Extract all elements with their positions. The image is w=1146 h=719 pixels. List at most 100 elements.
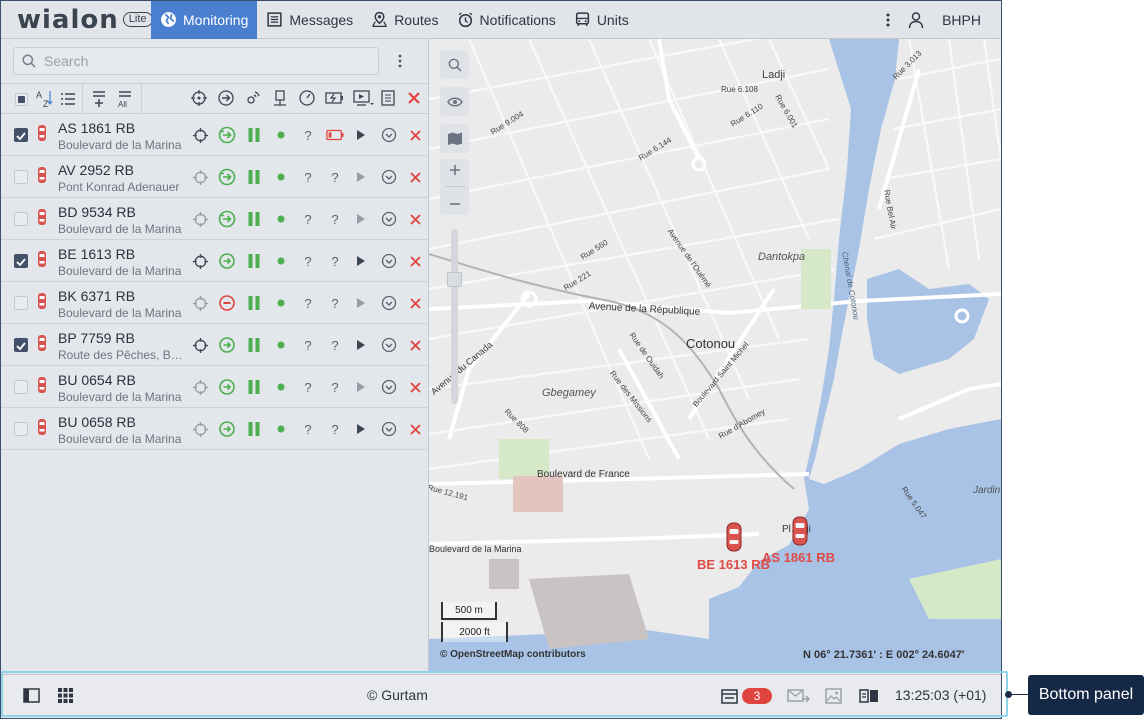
gallery-icon[interactable]: [825, 688, 842, 704]
locate-icon[interactable]: [191, 294, 209, 312]
map-view[interactable]: Cotonou Ladji Dantokpa Gbegamey Jardin B…: [429, 39, 1001, 671]
locate-icon[interactable]: [191, 252, 209, 270]
locate-icon[interactable]: [191, 168, 209, 186]
play-track-icon[interactable]: [352, 336, 370, 354]
remove-unit-icon[interactable]: [406, 420, 424, 438]
tab-routes[interactable]: Routes: [362, 1, 447, 39]
expand-menu-icon[interactable]: [380, 126, 398, 144]
zoom-out-icon[interactable]: [449, 198, 461, 210]
unit-checkbox[interactable]: [14, 212, 28, 226]
battery-col-icon[interactable]: [325, 89, 345, 107]
zoom-slider-handle[interactable]: [447, 272, 462, 287]
locate-icon[interactable]: [191, 210, 209, 228]
tab-monitoring[interactable]: Monitoring: [151, 1, 258, 39]
notifications-tray-icon[interactable]: [721, 689, 738, 704]
tab-messages[interactable]: Messages: [257, 1, 362, 39]
marker-label[interactable]: BE 1613 RB: [697, 557, 770, 572]
expand-menu-icon[interactable]: [380, 294, 398, 312]
sort-az-icon[interactable]: AZ: [35, 89, 53, 109]
tab-notifications[interactable]: Notifications: [448, 1, 565, 39]
device-col-icon[interactable]: [271, 89, 289, 107]
play-track-icon[interactable]: [352, 420, 370, 438]
more-menu-icon[interactable]: [886, 13, 890, 27]
unit-checkbox[interactable]: [14, 338, 28, 352]
expand-menu-icon[interactable]: [380, 378, 398, 396]
remove-unit-icon[interactable]: [406, 210, 424, 228]
unit-row[interactable]: BU 0654 RB Boulevard de la Marina ? ?: [1, 366, 428, 408]
locate-icon[interactable]: [191, 378, 209, 396]
motion-col-icon[interactable]: [217, 89, 235, 107]
unit-row[interactable]: BK 6371 RB Boulevard de la Marina ? ?: [1, 282, 428, 324]
play-track-icon[interactable]: [352, 252, 370, 270]
layout-panel-icon[interactable]: [859, 689, 879, 703]
unit-name[interactable]: BD 9534 RB: [58, 204, 136, 220]
unit-checkbox[interactable]: [14, 128, 28, 142]
expand-menu-icon[interactable]: [380, 420, 398, 438]
locate-col-icon[interactable]: [190, 89, 208, 107]
remove-all-icon[interactable]: [407, 89, 421, 107]
map-visibility-button[interactable]: [440, 87, 469, 116]
remove-unit-icon[interactable]: [406, 378, 424, 396]
map-attribution[interactable]: © OpenStreetMap contributors: [440, 649, 586, 660]
unit-checkbox[interactable]: [14, 254, 28, 268]
unit-name[interactable]: BU 0654 RB: [58, 372, 136, 388]
apps-grid-icon[interactable]: [58, 688, 73, 703]
remove-unit-icon[interactable]: [406, 336, 424, 354]
map-search-button[interactable]: [440, 50, 469, 79]
play-track-icon[interactable]: [352, 210, 370, 228]
speed-col-icon[interactable]: [298, 89, 316, 107]
remove-unit-icon[interactable]: [406, 294, 424, 312]
locate-icon[interactable]: [191, 420, 209, 438]
remove-unit-icon[interactable]: [406, 168, 424, 186]
tab-units[interactable]: Units: [565, 1, 638, 39]
unit-name[interactable]: BE 1613 RB: [58, 246, 135, 262]
logo[interactable]: wialon Lite: [1, 5, 153, 35]
unit-row[interactable]: BP 7759 RB Route des Pêches, Bel Air ? ?: [1, 324, 428, 366]
unit-name[interactable]: BK 6371 RB: [58, 288, 135, 304]
unit-name[interactable]: AV 2952 RB: [58, 162, 134, 178]
unit-row[interactable]: BE 1613 RB Boulevard de la Marina ? ?: [1, 240, 428, 282]
unit-name[interactable]: AS 1861 RB: [58, 120, 135, 136]
remove-unit-icon[interactable]: [406, 126, 424, 144]
unit-checkbox[interactable]: [14, 170, 28, 184]
marker-label[interactable]: AS 1861 RB: [762, 550, 835, 565]
user-name[interactable]: BHPH: [942, 12, 981, 28]
unit-checkbox[interactable]: [14, 422, 28, 436]
add-units-icon[interactable]: [90, 89, 108, 109]
list-view-icon[interactable]: [60, 89, 76, 109]
play-track-icon[interactable]: [352, 168, 370, 186]
zoom-in-icon[interactable]: [449, 164, 461, 176]
expand-menu-icon[interactable]: [380, 252, 398, 270]
play-track-icon[interactable]: [352, 294, 370, 312]
add-all-icon[interactable]: All: [116, 89, 134, 109]
unit-row[interactable]: AV 2952 RB Pont Konrad Adenauer ? ?: [1, 156, 428, 198]
list-menu-icon[interactable]: [393, 51, 407, 71]
notification-count-badge[interactable]: 3: [742, 688, 772, 704]
expand-menu-icon[interactable]: [380, 210, 398, 228]
car-marker-icon[interactable]: [791, 515, 809, 547]
unit-name[interactable]: BP 7759 RB: [58, 330, 135, 346]
play-track-icon[interactable]: [352, 126, 370, 144]
user-icon[interactable]: [908, 11, 924, 29]
commands-col-icon[interactable]: [353, 89, 375, 109]
play-track-icon[interactable]: [352, 378, 370, 396]
search-input[interactable]: [44, 53, 364, 69]
report-col-icon[interactable]: [380, 89, 396, 107]
unit-checkbox[interactable]: [14, 380, 28, 394]
toggle-sidebar-icon[interactable]: [23, 688, 40, 703]
unit-row[interactable]: BU 0658 RB Boulevard de la Marina ? ?: [1, 408, 428, 450]
send-message-icon[interactable]: [787, 688, 811, 705]
locate-icon[interactable]: [191, 336, 209, 354]
remove-unit-icon[interactable]: [406, 252, 424, 270]
locate-icon[interactable]: [191, 126, 209, 144]
zoom-slider-track[interactable]: [451, 229, 458, 404]
unit-row[interactable]: AS 1861 RB Boulevard de la Marina ?: [1, 114, 428, 156]
search-box[interactable]: [13, 47, 379, 75]
map-layers-button[interactable]: [440, 124, 469, 153]
expand-menu-icon[interactable]: [380, 168, 398, 186]
signal-col-icon[interactable]: [244, 89, 262, 107]
unit-name[interactable]: BU 0658 RB: [58, 414, 136, 430]
expand-menu-icon[interactable]: [380, 336, 398, 354]
unit-checkbox[interactable]: [14, 296, 28, 310]
select-all-checkbox[interactable]: [15, 93, 28, 106]
